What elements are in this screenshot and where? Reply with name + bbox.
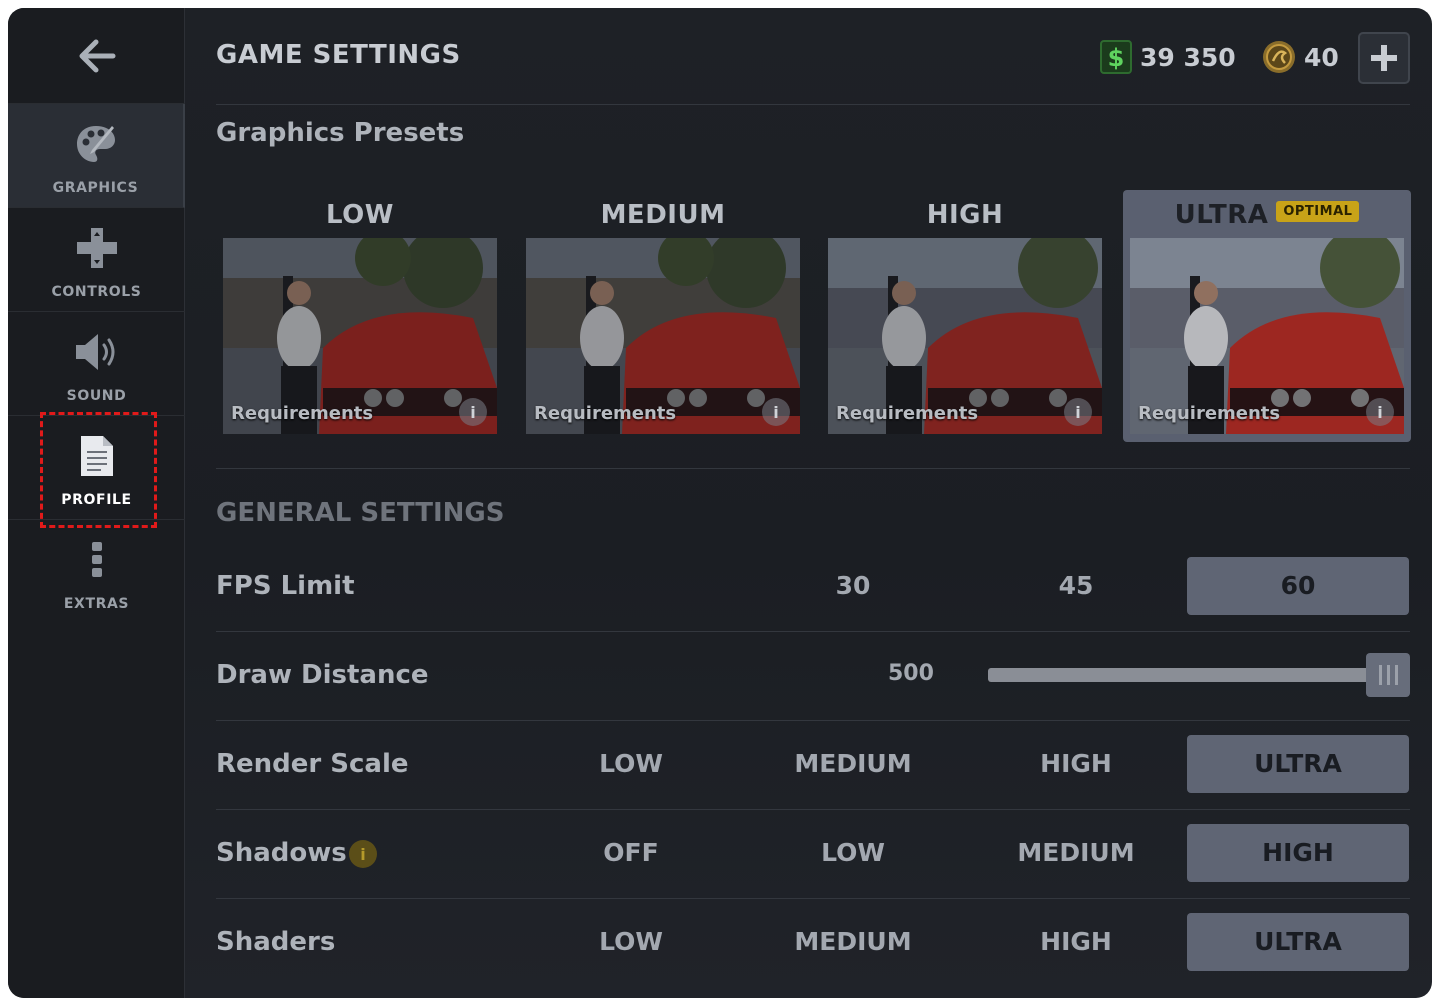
info-icon[interactable]: i bbox=[1064, 398, 1092, 426]
render-scale-label: Render Scale bbox=[216, 749, 409, 779]
add-currency-button[interactable] bbox=[1358, 32, 1410, 84]
requirements-link[interactable]: Requirements bbox=[534, 403, 676, 424]
preset-medium[interactable]: MEDIUM Requirements i bbox=[519, 190, 807, 442]
palette-icon bbox=[74, 122, 118, 166]
shadows-option-medium[interactable]: MEDIUM bbox=[965, 824, 1187, 882]
optimal-badge: OPTIMAL bbox=[1276, 201, 1360, 222]
preset-thumbnail: Requirements i bbox=[828, 238, 1102, 434]
sidebar-item-controls[interactable]: CONTROLS bbox=[8, 208, 185, 312]
back-button[interactable] bbox=[8, 8, 185, 104]
fps-option-60[interactable]: 60 bbox=[1187, 557, 1409, 615]
requirements-link[interactable]: Requirements bbox=[1138, 403, 1280, 424]
preset-name: HIGH bbox=[926, 200, 1004, 230]
sidebar-item-label: GRAPHICS bbox=[52, 180, 139, 196]
cash-balance: $ 39 350 bbox=[1100, 40, 1236, 74]
shaders-option-medium[interactable]: MEDIUM bbox=[742, 913, 964, 971]
preset-thumbnail: Requirements i bbox=[526, 238, 800, 434]
speaker-icon bbox=[72, 330, 122, 374]
coin-amount: 40 bbox=[1304, 42, 1339, 72]
row-divider bbox=[216, 631, 1410, 632]
presets-title: Graphics Presets bbox=[216, 118, 465, 148]
dpad-icon bbox=[75, 226, 119, 270]
fps-limit-label: FPS Limit bbox=[216, 571, 355, 601]
preset-name-row: ULTRA OPTIMAL bbox=[1123, 200, 1411, 230]
sidebar-item-graphics[interactable]: GRAPHICS bbox=[8, 104, 185, 208]
presets-divider bbox=[216, 468, 1410, 469]
info-icon[interactable]: i bbox=[349, 840, 377, 868]
cash-amount: 39 350 bbox=[1140, 42, 1236, 72]
render-scale-option-low[interactable]: LOW bbox=[520, 735, 742, 793]
requirements-link[interactable]: Requirements bbox=[836, 403, 978, 424]
render-scale-option-high[interactable]: HIGH bbox=[965, 735, 1187, 793]
shadows-option-off[interactable]: OFF bbox=[520, 824, 742, 882]
sidebar: GRAPHICS CONTROLS SOUND PROFILE EXTRAS bbox=[8, 8, 185, 998]
render-scale-option-medium[interactable]: MEDIUM bbox=[742, 735, 964, 793]
more-vertical-icon bbox=[90, 538, 104, 582]
preset-name: LOW bbox=[326, 200, 394, 230]
sidebar-item-label: CONTROLS bbox=[51, 284, 142, 300]
shaders-option-ultra[interactable]: ULTRA bbox=[1187, 913, 1409, 971]
page-title: GAME SETTINGS bbox=[216, 40, 461, 70]
row-divider bbox=[216, 809, 1410, 810]
shadows-label: Shadows bbox=[216, 838, 347, 868]
preset-thumbnail: Requirements i bbox=[1130, 238, 1404, 434]
info-icon[interactable]: i bbox=[762, 398, 790, 426]
preset-name: ULTRA bbox=[1174, 200, 1269, 230]
render-scale-option-ultra[interactable]: ULTRA bbox=[1187, 735, 1409, 793]
shadows-option-low[interactable]: LOW bbox=[742, 824, 964, 882]
coin-balance: 40 bbox=[1262, 40, 1339, 74]
sidebar-item-sound[interactable]: SOUND bbox=[8, 312, 185, 416]
preset-ultra[interactable]: ULTRA OPTIMAL Requirements i bbox=[1123, 190, 1411, 442]
slider-handle[interactable] bbox=[1366, 653, 1410, 697]
dollar-icon: $ bbox=[1100, 40, 1132, 74]
grip-line bbox=[1378, 665, 1382, 685]
plus-icon bbox=[1371, 45, 1397, 71]
preset-low[interactable]: LOW Requirements i bbox=[216, 190, 504, 442]
arrow-left-icon bbox=[79, 39, 115, 72]
grip-line bbox=[1386, 665, 1390, 685]
shaders-option-low[interactable]: LOW bbox=[520, 913, 742, 971]
shaders-option-high[interactable]: HIGH bbox=[965, 913, 1187, 971]
row-divider bbox=[216, 720, 1410, 721]
info-icon[interactable]: i bbox=[459, 398, 487, 426]
draw-distance-label: Draw Distance bbox=[216, 660, 429, 690]
info-icon[interactable]: i bbox=[1366, 398, 1394, 426]
sidebar-item-label: SOUND bbox=[66, 388, 127, 404]
fps-option-30[interactable]: 30 bbox=[742, 557, 964, 615]
grip-line bbox=[1394, 665, 1398, 685]
svg-text:$: $ bbox=[1108, 44, 1125, 72]
preset-high[interactable]: HIGH Requirements i bbox=[821, 190, 1109, 442]
highlight-frame bbox=[40, 412, 157, 528]
draw-distance-slider[interactable] bbox=[988, 668, 1388, 682]
sidebar-item-label: EXTRAS bbox=[63, 596, 130, 612]
game-settings-screen: GRAPHICS CONTROLS SOUND PROFILE EXTRAS G… bbox=[8, 8, 1432, 998]
coin-icon bbox=[1263, 41, 1295, 73]
draw-distance-value: 500 bbox=[888, 661, 934, 686]
general-settings-title: GENERAL SETTINGS bbox=[216, 498, 505, 528]
shaders-label: Shaders bbox=[216, 927, 336, 957]
shadows-option-high[interactable]: HIGH bbox=[1187, 824, 1409, 882]
preset-thumbnail: Requirements i bbox=[223, 238, 497, 434]
header-divider bbox=[216, 104, 1410, 105]
row-divider bbox=[216, 898, 1410, 899]
fps-option-45[interactable]: 45 bbox=[965, 557, 1187, 615]
preset-name: MEDIUM bbox=[600, 200, 726, 230]
requirements-link[interactable]: Requirements bbox=[231, 403, 373, 424]
sidebar-item-extras[interactable]: EXTRAS bbox=[8, 520, 185, 624]
